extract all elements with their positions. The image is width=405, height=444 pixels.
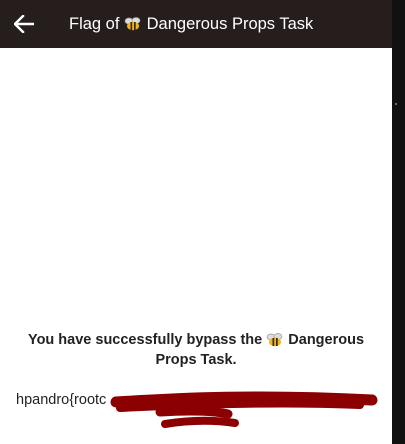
app-toolbar: Flag of Dangerous Props Task: [0, 0, 392, 48]
back-button[interactable]: [0, 0, 48, 48]
flag-redaction: [110, 391, 378, 428]
arrow-left-icon: [14, 15, 34, 33]
toolbar-title: Flag of Dangerous Props Task: [69, 15, 313, 34]
edge-mark: [395, 103, 397, 105]
message-prefix: You have successfully bypass the: [27, 332, 263, 348]
title-suffix: Dangerous Props Task: [146, 14, 314, 33]
screen-edge: [392, 0, 405, 444]
title-prefix: Flag of: [69, 14, 120, 33]
bee-icon: [266, 333, 283, 347]
success-message: You have successfully bypass the Dangero…: [10, 330, 382, 370]
flag-text: hpandro{rootc: [16, 392, 107, 408]
app-screen: Flag of Dangerous Props Task You have su…: [0, 0, 392, 444]
bee-icon: [124, 17, 141, 31]
